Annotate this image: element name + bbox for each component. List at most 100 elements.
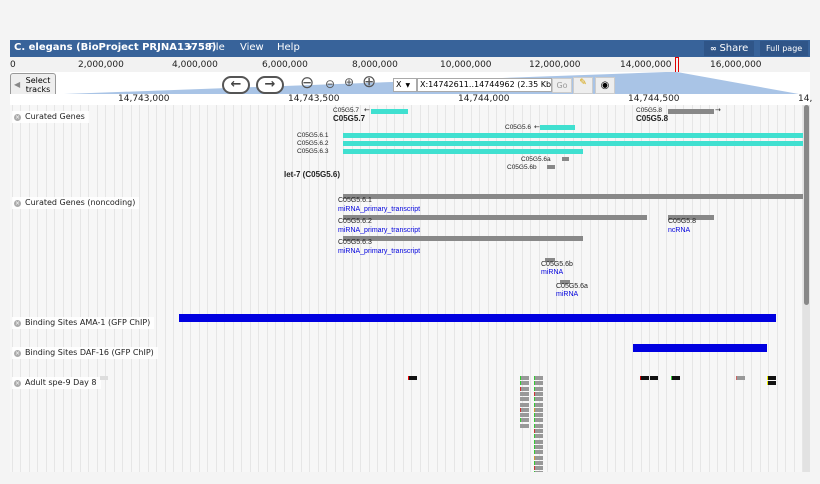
zoom-in-icon[interactable]: ⊕	[344, 75, 354, 89]
alignment-block[interactable]	[534, 391, 543, 396]
gene-feature[interactable]	[540, 125, 575, 130]
track-label-curated-genes[interactable]: × Curated Genes	[12, 111, 89, 123]
alignment-block[interactable]	[520, 413, 529, 418]
grid-line	[20, 105, 21, 472]
genome-title[interactable]: C. elegans (BioProject PRJNA13758)	[14, 42, 216, 53]
alignment-block[interactable]	[534, 471, 543, 472]
alignment-block[interactable]	[534, 444, 543, 449]
share-button[interactable]: ∞ Share	[704, 41, 755, 56]
alignment-block[interactable]	[408, 376, 417, 380]
ruler-tick: 14,744,500	[628, 94, 680, 104]
strand-arrow-icon: ←	[534, 123, 540, 131]
feature-type: ncRNA	[668, 227, 691, 234]
eye-icon[interactable]: ◉	[595, 77, 615, 94]
alignment-block[interactable]	[534, 434, 543, 439]
close-track-icon[interactable]: ×	[14, 320, 21, 327]
zoom-out-icon[interactable]: ⊖	[325, 77, 335, 91]
menu-help[interactable]: Help	[277, 42, 300, 53]
grid-line	[675, 105, 676, 472]
alignment-block[interactable]	[534, 407, 543, 412]
alignment-block[interactable]	[767, 376, 776, 380]
menu-file[interactable]: File	[208, 42, 225, 53]
alignment-block[interactable]	[520, 407, 529, 412]
scrollbar-thumb[interactable]	[804, 105, 809, 305]
alignment-block[interactable]	[671, 376, 680, 380]
alignment-block[interactable]	[534, 402, 543, 407]
grid-line	[182, 105, 183, 472]
menu-view[interactable]: View	[240, 42, 264, 53]
alignment-block[interactable]	[534, 423, 543, 428]
alignment-block[interactable]	[520, 391, 529, 396]
close-track-icon[interactable]: ×	[14, 380, 21, 387]
alignment-block[interactable]	[520, 423, 529, 428]
alignment-block[interactable]	[534, 413, 543, 418]
grid-line	[97, 105, 98, 472]
close-track-icon[interactable]: ×	[14, 350, 21, 357]
close-track-icon[interactable]: ×	[14, 200, 21, 207]
grid-line	[386, 105, 387, 472]
alignment-block[interactable]	[100, 376, 108, 380]
grid-line	[284, 105, 285, 472]
alignment-block[interactable]	[640, 376, 649, 380]
full-page-button[interactable]: Full page	[760, 41, 809, 56]
alignment-block[interactable]	[520, 402, 529, 407]
pan-left-button[interactable]: ←	[222, 76, 250, 94]
grid-line	[139, 105, 140, 472]
track-label-daf16[interactable]: × Binding Sites DAF-16 (GFP ChIP)	[12, 347, 158, 359]
alignment-block[interactable]	[534, 466, 543, 471]
gene-feature[interactable]	[343, 149, 583, 154]
track-label-noncoding[interactable]: × Curated Genes (noncoding)	[12, 197, 140, 209]
go-button[interactable]: Go	[552, 78, 572, 93]
ama1-binding-site[interactable]	[179, 314, 776, 322]
gene-feature[interactable]	[343, 141, 803, 146]
gene-feature[interactable]	[343, 133, 803, 138]
close-track-icon[interactable]: ×	[14, 114, 21, 121]
alignment-block[interactable]	[534, 439, 543, 444]
feature-type: miRNA_primary_transcript	[338, 248, 421, 255]
alignment-block[interactable]	[534, 381, 543, 386]
gene-feature[interactable]	[562, 157, 569, 161]
alignment-block[interactable]	[534, 418, 543, 423]
alignment-block[interactable]	[534, 386, 543, 391]
zoom-out-large-icon[interactable]: ⊖	[300, 73, 314, 93]
highlight-icon[interactable]: ✎	[573, 77, 593, 94]
alignment-block[interactable]	[650, 376, 658, 380]
alignment-block[interactable]	[534, 460, 543, 465]
alignment-block[interactable]	[520, 386, 529, 391]
ncrna-feature[interactable]	[343, 215, 647, 220]
alignment-block[interactable]	[534, 429, 543, 433]
gene-name: C05G5.8	[636, 114, 669, 123]
alignment-block[interactable]	[520, 397, 529, 402]
alignment-block[interactable]	[534, 397, 543, 402]
zoom-in-large-icon[interactable]: ⊕	[362, 72, 376, 92]
grid-line	[513, 105, 514, 472]
alignment-block[interactable]	[767, 381, 776, 385]
track-label-spe9[interactable]: × Adult spe-9 Day 8	[12, 377, 101, 389]
alignment-block[interactable]	[534, 450, 543, 455]
alignment-block[interactable]	[520, 381, 529, 386]
current-region-marker[interactable]	[675, 57, 679, 73]
genome-dropdown-icon[interactable]: ▾	[188, 43, 192, 52]
pan-right-button[interactable]: →	[256, 76, 284, 94]
location-input[interactable]: X:14742611..14744962 (2.35 Kb	[417, 78, 552, 92]
daf16-binding-site[interactable]	[633, 344, 767, 352]
alignment-block[interactable]	[534, 455, 543, 460]
ruler-tick: 14,744,000	[458, 94, 510, 104]
reference-sequence-select[interactable]: X ▼	[393, 78, 417, 92]
track-label-ama1[interactable]: × Binding Sites AMA-1 (GFP ChIP)	[12, 317, 155, 329]
feature-label: C05G5.6.1	[297, 132, 329, 139]
grid-line	[37, 105, 38, 472]
ncrna-feature[interactable]	[343, 236, 583, 241]
alignment-block[interactable]	[534, 376, 543, 380]
alignment-block[interactable]	[520, 376, 529, 380]
overview-ruler[interactable]: 0 2,000,000 4,000,000 6,000,000 8,000,00…	[10, 57, 810, 73]
alignment-block[interactable]	[520, 418, 529, 423]
gene-feature[interactable]	[547, 165, 555, 169]
grid-line	[454, 105, 455, 472]
grid-line	[105, 105, 106, 472]
alignment-block[interactable]	[736, 376, 745, 380]
ncrna-feature[interactable]	[343, 194, 803, 199]
track-area[interactable]: × Curated Genes × Curated Genes (noncoding…	[10, 105, 803, 472]
gene-feature[interactable]	[668, 109, 714, 114]
gene-feature[interactable]	[371, 109, 408, 114]
